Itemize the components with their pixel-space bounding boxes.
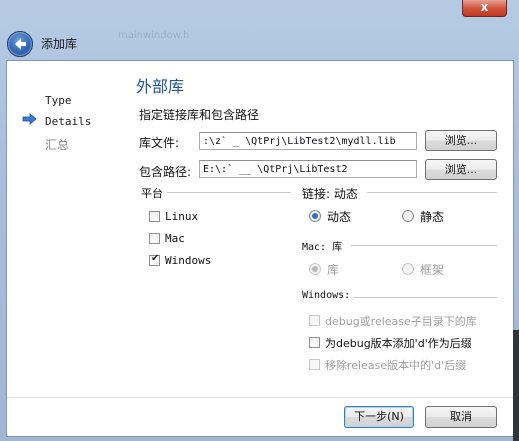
back-button[interactable]: [7, 31, 33, 57]
library-file-label: 库文件:: [139, 136, 180, 150]
mac-checkbox[interactable]: [149, 233, 160, 244]
ghost-title: mainwindow.h: [118, 30, 190, 41]
wizard-content: Type Details 汇总 外部库 指定链接库和包含路径 库文件: :\z`…: [6, 60, 514, 437]
page-title: 外部库: [136, 77, 185, 96]
radio-selected-dot: [312, 213, 318, 219]
subdir-checkbox[interactable]: [309, 315, 320, 326]
remove-suffix-label: 移除release版本中的'd'后缀: [325, 359, 467, 372]
mac-label: Mac: [165, 232, 185, 245]
mac-framework-label: 框架: [420, 263, 445, 277]
close-icon: x: [480, 0, 489, 14]
checkmark-icon: ✔: [151, 253, 160, 264]
background-edge: [513, 330, 519, 441]
mac-group-title: Mac: 库: [302, 238, 346, 253]
back-arrow-icon: [15, 38, 26, 50]
linkage-group-title: 链接: 动态: [302, 185, 361, 202]
mac-library-radio[interactable]: [309, 263, 321, 275]
dynamic-label: 动态: [327, 210, 352, 224]
windows-group-line: [353, 297, 497, 298]
windows-group-title: Windows:: [302, 290, 354, 301]
library-file-input[interactable]: :\z` _ \QtPrj\LibTest2\mydll.lib: [199, 132, 417, 150]
platform-group-title: 平台: [141, 185, 166, 201]
static-radio[interactable]: [402, 210, 414, 222]
windows-label: Windows: [165, 254, 212, 267]
sidebar-item-summary: 汇总: [45, 138, 70, 152]
mac-library-label: 库: [327, 263, 340, 277]
window-title: 添加库: [41, 37, 78, 51]
dynamic-radio[interactable]: [309, 210, 321, 222]
remove-suffix-checkbox[interactable]: [309, 359, 320, 370]
library-file-browse-button[interactable]: 浏览...: [425, 130, 497, 151]
page-subtitle: 指定链接库和包含路径: [139, 108, 260, 122]
window-frame: x 添加库 mainwindow.h Type Details 汇总 外部库 指…: [0, 0, 519, 441]
radio-selected-dot: [312, 266, 318, 272]
include-path-browse-button[interactable]: 浏览...: [425, 159, 497, 180]
mac-framework-radio[interactable]: [402, 263, 414, 275]
platform-group-line: [167, 192, 291, 193]
current-step-arrow-icon: [22, 113, 37, 125]
windows-checkbox[interactable]: ✔: [149, 253, 160, 266]
mac-group-line: [351, 245, 497, 246]
sidebar-item-details: Details: [45, 115, 92, 128]
next-button[interactable]: 下一步(N): [344, 406, 414, 428]
linux-label: Linux: [165, 210, 199, 223]
linkage-group-line: [367, 192, 497, 193]
static-label: 静态: [420, 210, 445, 224]
subdir-label: debug或release子目录下的库: [325, 315, 477, 328]
close-button[interactable]: x: [462, 0, 507, 17]
debug-suffix-checkbox[interactable]: [309, 337, 320, 348]
sidebar-item-type: Type: [45, 94, 72, 107]
linux-checkbox[interactable]: [149, 211, 160, 222]
footer-divider: [7, 397, 513, 398]
include-path-input[interactable]: E:\:` __ \QtPrj\LibTest2: [199, 160, 417, 178]
title-bar: 添加库 mainwindow.h: [0, 24, 519, 60]
debug-suffix-label: 为debug版本添加'd'作为后缀: [325, 337, 472, 350]
include-path-label: 包含路径:: [139, 165, 192, 179]
cancel-button[interactable]: 取消: [425, 406, 497, 428]
